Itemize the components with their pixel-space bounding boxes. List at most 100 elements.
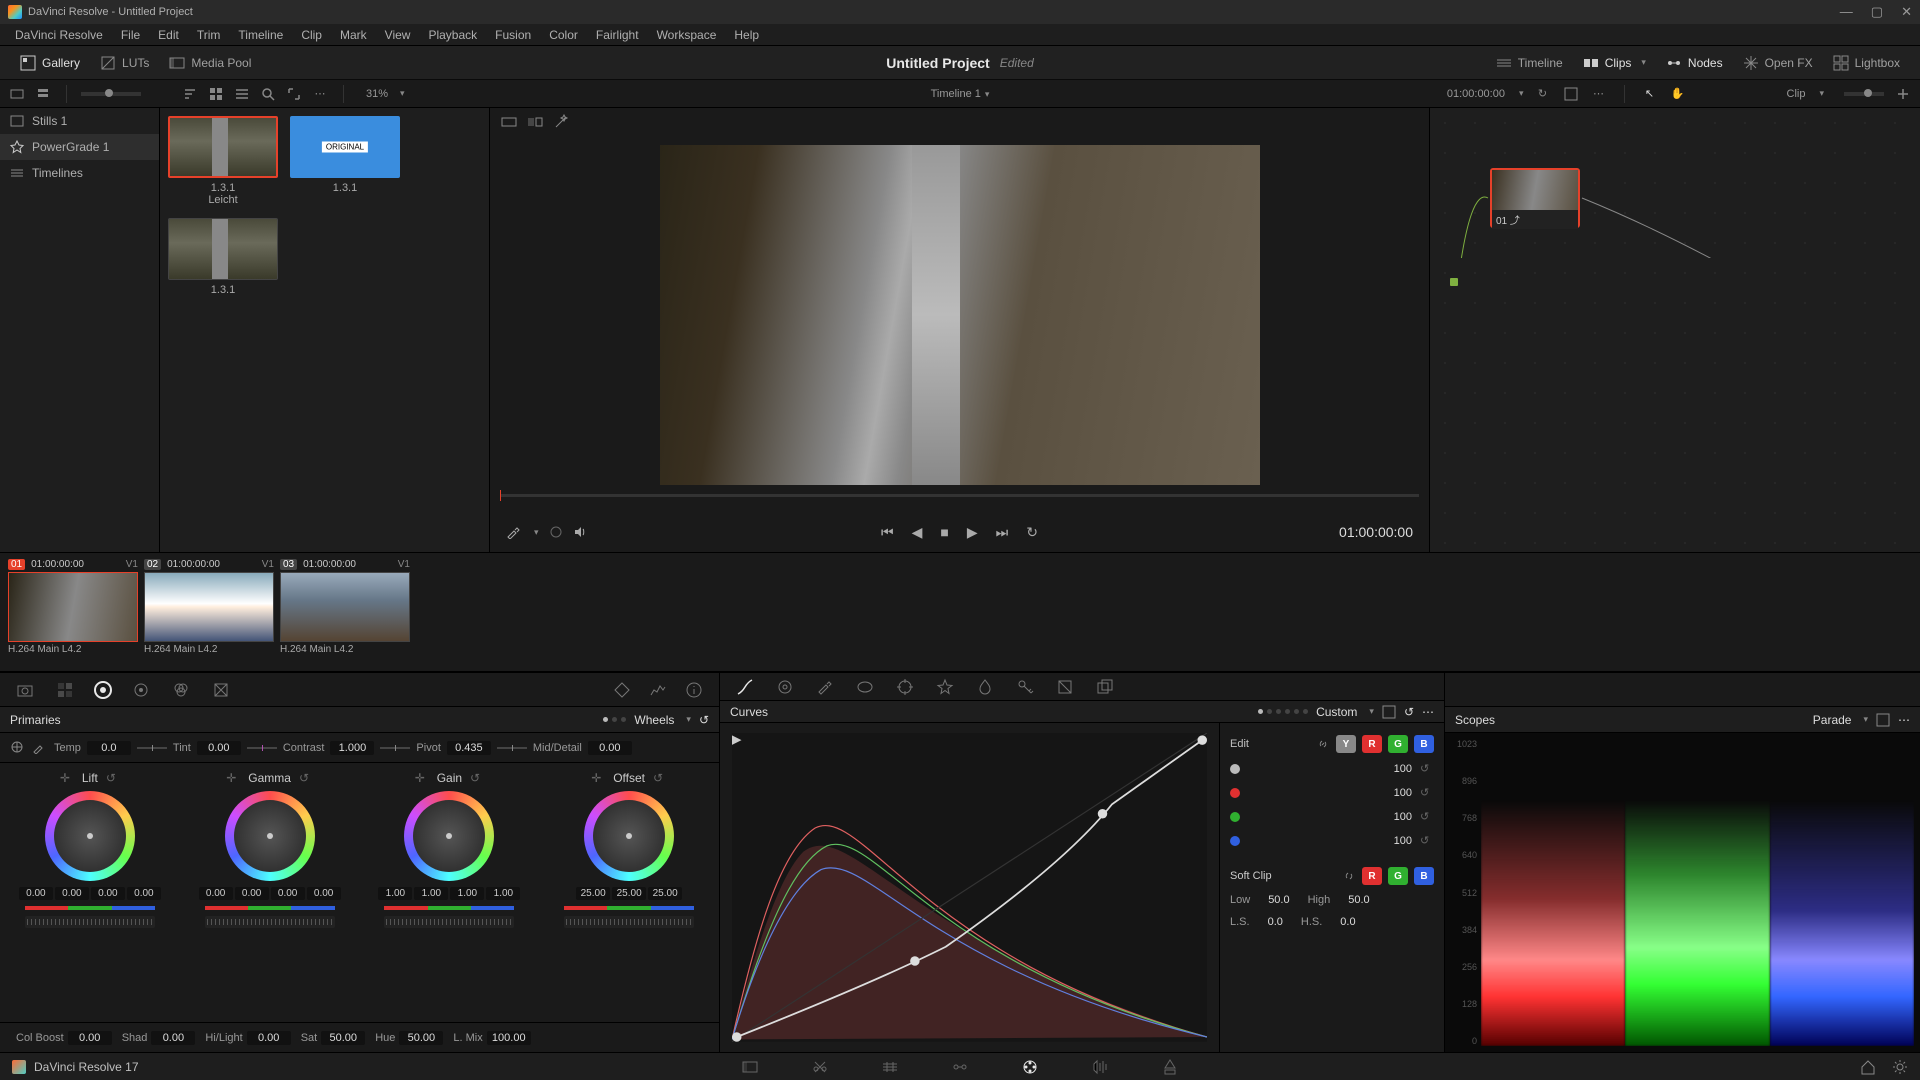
window-icon[interactable] bbox=[854, 676, 876, 698]
sidebar-item-powergrade[interactable]: PowerGrade 1 bbox=[0, 134, 159, 160]
expand-icon[interactable] bbox=[1382, 705, 1396, 719]
link-icon[interactable] bbox=[1316, 737, 1330, 751]
menu-file[interactable]: File bbox=[112, 28, 149, 42]
viewer-timecode[interactable]: 01:00:00:00 bbox=[1447, 88, 1505, 100]
viewer-scrubber[interactable] bbox=[490, 494, 1429, 512]
list-icon[interactable] bbox=[233, 85, 251, 103]
reset-icon[interactable]: ↺ bbox=[1420, 762, 1434, 776]
luts-tab[interactable]: LUTs bbox=[90, 51, 159, 75]
warper-icon[interactable] bbox=[774, 676, 796, 698]
menu-timeline[interactable]: Timeline bbox=[229, 28, 292, 42]
tint-value[interactable]: 0.00 bbox=[197, 741, 241, 755]
timeline-name[interactable]: Timeline 1▾ bbox=[931, 88, 990, 100]
more-icon[interactable]: ⋯ bbox=[1590, 85, 1608, 103]
menu-color[interactable]: Color bbox=[540, 28, 587, 42]
link-icon[interactable] bbox=[1342, 869, 1356, 883]
sidebar-item-timelines[interactable]: Timelines bbox=[0, 160, 159, 186]
channel-r-button[interactable]: R bbox=[1362, 735, 1382, 753]
hdr-icon[interactable] bbox=[130, 679, 152, 701]
settings-icon[interactable] bbox=[1892, 1059, 1908, 1075]
contrast-slider[interactable] bbox=[380, 747, 410, 749]
fusion-page-button[interactable] bbox=[950, 1057, 970, 1077]
camera-raw-icon[interactable] bbox=[14, 679, 36, 701]
auto-balance-icon[interactable] bbox=[10, 740, 26, 756]
keyframe-icon[interactable] bbox=[611, 679, 633, 701]
lift-jog[interactable] bbox=[25, 916, 155, 928]
clip-thumbnail[interactable]: 0301:00:00:00V1 H.264 Main L4.2 bbox=[280, 557, 410, 667]
minimize-button[interactable]: — bbox=[1840, 4, 1853, 20]
sat-value[interactable]: 50.00 bbox=[321, 1031, 365, 1045]
reset-icon[interactable]: ↺ bbox=[299, 771, 313, 785]
gallery-thumb[interactable]: 1.3.1 Leicht bbox=[168, 116, 278, 206]
expand-icon[interactable] bbox=[1876, 713, 1890, 727]
color-checker-icon[interactable] bbox=[54, 679, 76, 701]
sizing-icon[interactable] bbox=[1054, 676, 1076, 698]
menu-app[interactable]: DaVinci Resolve bbox=[6, 28, 112, 42]
edit-page-button[interactable] bbox=[880, 1057, 900, 1077]
node[interactable]: 01 ⤴ bbox=[1490, 168, 1580, 228]
menu-edit[interactable]: Edit bbox=[149, 28, 188, 42]
temp-slider[interactable] bbox=[137, 747, 167, 749]
reset-icon[interactable]: ↺ bbox=[1404, 705, 1414, 719]
deliver-page-button[interactable] bbox=[1160, 1057, 1180, 1077]
transport-timecode[interactable]: 01:00:00:00 bbox=[1339, 524, 1413, 540]
menu-clip[interactable]: Clip bbox=[292, 28, 331, 42]
offset-jog[interactable] bbox=[564, 916, 694, 928]
reset-icon[interactable]: ↺ bbox=[653, 771, 667, 785]
more-icon[interactable]: ⋯ bbox=[1422, 705, 1434, 719]
middetail-value[interactable]: 0.00 bbox=[588, 741, 632, 755]
channel-y-button[interactable]: Y bbox=[1336, 735, 1356, 753]
mediapool-tab[interactable]: Media Pool bbox=[159, 51, 261, 75]
stack-view-icon[interactable] bbox=[34, 85, 52, 103]
menu-trim[interactable]: Trim bbox=[188, 28, 230, 42]
softclip-g-button[interactable]: G bbox=[1388, 867, 1408, 885]
zoom-level[interactable]: 31% bbox=[366, 88, 388, 100]
softclip-hs[interactable]: 0.0 bbox=[1340, 916, 1355, 928]
first-frame-button[interactable]: ⏮ bbox=[881, 524, 894, 541]
lift-wheel[interactable] bbox=[45, 791, 135, 881]
softclip-r-button[interactable]: R bbox=[1362, 867, 1382, 885]
node-input-connector[interactable] bbox=[1450, 278, 1458, 286]
menu-workspace[interactable]: Workspace bbox=[648, 28, 726, 42]
softclip-low[interactable]: 50.0 bbox=[1268, 894, 1289, 906]
gallery-tab[interactable]: Gallery bbox=[10, 51, 90, 75]
home-icon[interactable] bbox=[1860, 1059, 1876, 1075]
menu-mark[interactable]: Mark bbox=[331, 28, 376, 42]
play-button[interactable]: ▶ bbox=[967, 524, 978, 541]
tint-slider[interactable] bbox=[247, 747, 277, 749]
volume-icon[interactable] bbox=[573, 525, 587, 539]
picker-icon[interactable]: ✛ bbox=[60, 771, 74, 785]
grid-icon[interactable] bbox=[207, 85, 225, 103]
more-icon[interactable]: ⋯ bbox=[1898, 713, 1910, 727]
temp-value[interactable]: 0.0 bbox=[87, 741, 131, 755]
pivot-slider[interactable] bbox=[497, 747, 527, 749]
lightbox-tab[interactable]: Lightbox bbox=[1823, 51, 1910, 75]
media-page-button[interactable] bbox=[740, 1057, 760, 1077]
clip-view-icon[interactable] bbox=[8, 85, 26, 103]
channel-g-button[interactable]: G bbox=[1388, 735, 1408, 753]
clips-tab[interactable]: Clips▾ bbox=[1573, 51, 1656, 75]
expand-nodes-icon[interactable] bbox=[1894, 85, 1912, 103]
menu-view[interactable]: View bbox=[376, 28, 420, 42]
viewer-canvas[interactable] bbox=[490, 136, 1429, 494]
softclip-high[interactable]: 50.0 bbox=[1348, 894, 1369, 906]
hue-value[interactable]: 50.00 bbox=[399, 1031, 443, 1045]
menu-fairlight[interactable]: Fairlight bbox=[587, 28, 648, 42]
motion-icon[interactable] bbox=[210, 679, 232, 701]
prev-frame-button[interactable]: ◀ bbox=[912, 524, 923, 541]
stop-button[interactable]: ■ bbox=[940, 524, 948, 540]
last-frame-button[interactable]: ⏭ bbox=[996, 524, 1009, 541]
expand-icon[interactable] bbox=[285, 85, 303, 103]
picker-icon[interactable]: ✛ bbox=[591, 771, 605, 785]
softclip-b-button[interactable]: B bbox=[1414, 867, 1434, 885]
split-icon[interactable] bbox=[526, 113, 544, 131]
cut-page-button[interactable] bbox=[810, 1057, 830, 1077]
nodes-tab[interactable]: Nodes bbox=[1656, 51, 1733, 75]
scopes-mode[interactable]: Parade bbox=[1813, 713, 1852, 727]
color-page-button[interactable] bbox=[1020, 1057, 1040, 1077]
picker-icon[interactable]: ✛ bbox=[226, 771, 240, 785]
scopes-toggle-icon[interactable] bbox=[647, 679, 669, 701]
channel-b-button[interactable]: B bbox=[1414, 735, 1434, 753]
sidebar-item-stills[interactable]: Stills 1 bbox=[0, 108, 159, 134]
3d-icon[interactable] bbox=[1094, 676, 1116, 698]
